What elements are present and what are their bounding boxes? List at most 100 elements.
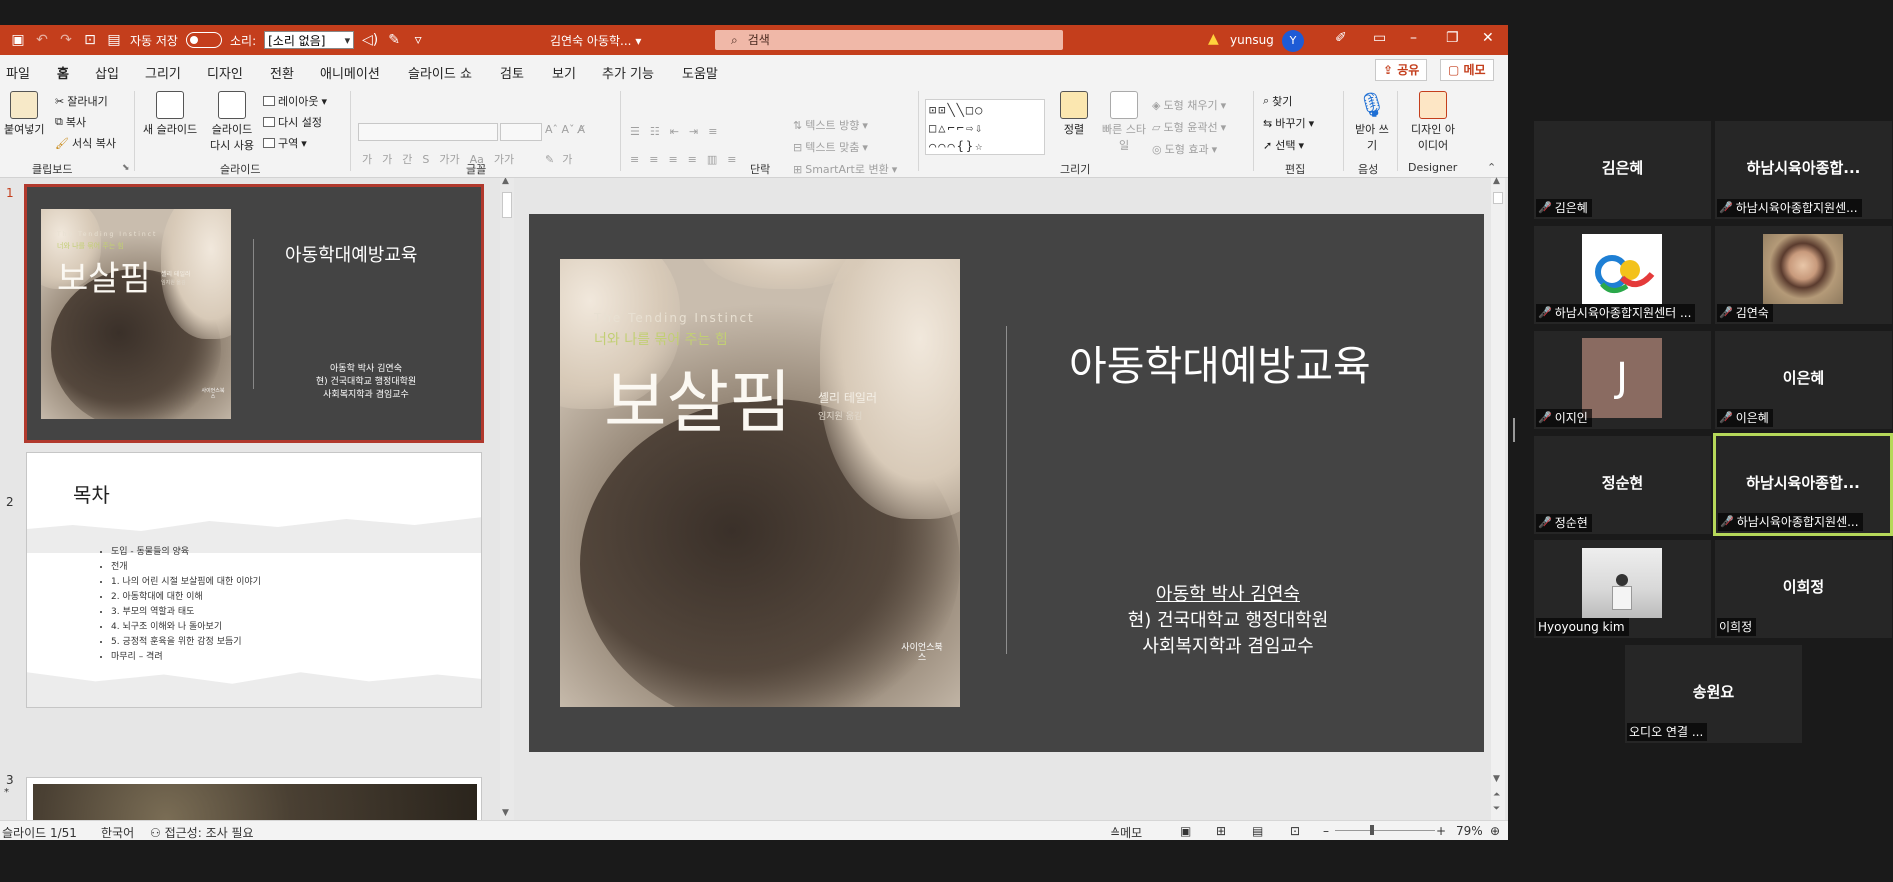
- thumbnail-scrollbar[interactable]: ▲ ▼: [500, 178, 514, 820]
- zoom-in-icon[interactable]: +: [1436, 824, 1446, 838]
- participant-tile[interactable]: Hyoyoung kim: [1534, 540, 1711, 638]
- participant-tile[interactable]: 하남시육아종합... 🎤̸ 하남시육아종합지원센...: [1715, 121, 1892, 219]
- language-indicator[interactable]: 한국어: [101, 824, 134, 840]
- collapse-ribbon-icon[interactable]: ⌃: [1487, 161, 1496, 174]
- quick-styles-button[interactable]: 빠른 스타일: [1100, 91, 1148, 153]
- touch-mode-icon[interactable]: ▤: [106, 32, 122, 48]
- section-button[interactable]: 구역 ▾: [263, 135, 307, 151]
- notes-button[interactable]: ≙메모: [1110, 824, 1142, 840]
- align-buttons[interactable]: ≡ ≡ ≡ ≡ ▥ ≡: [630, 153, 737, 166]
- shape-outline-button[interactable]: ▱ 도형 윤곽선 ▾: [1152, 119, 1226, 135]
- copy-button[interactable]: ⧉ 복사: [55, 114, 86, 130]
- smartart-button[interactable]: ⊞ SmartArt로 변환 ▾: [793, 161, 897, 177]
- scroll-thumb[interactable]: [1493, 192, 1503, 204]
- scroll-up-icon[interactable]: ▲: [1493, 176, 1500, 186]
- tab-slideshow[interactable]: 슬라이드 쇼: [408, 63, 472, 82]
- slide-thumbnail-1[interactable]: The Tending Instinct 너와 나를 묶어 주는 힘 보살핌 셸…: [24, 184, 484, 443]
- tab-help[interactable]: 도움말: [682, 63, 718, 82]
- reading-view-icon[interactable]: ▤: [1252, 824, 1263, 838]
- tab-home[interactable]: 홈: [57, 63, 69, 88]
- font-size-select[interactable]: [500, 123, 542, 141]
- next-slide-icon[interactable]: ⏷: [1493, 804, 1500, 814]
- current-slide[interactable]: The Tending Instinct 너와 나를 묶어 주는 힘 보살핌 셸…: [529, 214, 1484, 752]
- participant-tile[interactable]: 🎤̸ 하남시육아종합지원센터 ...: [1534, 226, 1711, 324]
- tab-addins[interactable]: 추가 기능: [602, 63, 654, 82]
- scroll-thumb[interactable]: [502, 192, 512, 218]
- close-icon[interactable]: ✕: [1482, 30, 1494, 46]
- slide-thumbnail-2[interactable]: 목차 도입 - 동물들의 양육 전개 1. 나의 어린 시절 보살핌에 대한 이…: [26, 452, 482, 708]
- participant-tile[interactable]: 이희정 이희정: [1715, 540, 1892, 638]
- autosave-toggle[interactable]: [185, 32, 222, 48]
- participant-tile[interactable]: 김은혜 🎤̸ 김은혜: [1534, 121, 1711, 219]
- search-box[interactable]: ⌕ 검색: [715, 30, 1063, 50]
- fit-slide-icon[interactable]: ⊕: [1490, 824, 1500, 838]
- tab-animations[interactable]: 애니메이션: [320, 63, 380, 82]
- tab-view[interactable]: 보기: [552, 63, 576, 82]
- dialog-launcher-icon[interactable]: ⬊: [122, 163, 130, 173]
- arrange-button[interactable]: 정렬: [1060, 91, 1088, 137]
- align-text-button[interactable]: ⊟ 텍스트 맞춤 ▾: [793, 139, 868, 155]
- dictate-button[interactable]: 🎙 받아 쓰기: [1354, 91, 1390, 153]
- shape-effects-button[interactable]: ◎ 도형 효과 ▾: [1152, 141, 1217, 157]
- save-icon[interactable]: ▣: [10, 32, 26, 48]
- font-style-buttons[interactable]: 가 가 간 S 가가 Aa 가가: [362, 151, 514, 167]
- zoom-level[interactable]: 79%: [1456, 824, 1483, 838]
- scroll-down-icon[interactable]: ▼: [1493, 774, 1500, 784]
- font-size-buttons[interactable]: Aˆ Aˇ A̸: [545, 123, 585, 136]
- ribbon-display-icon[interactable]: ▭: [1373, 30, 1386, 46]
- select-button[interactable]: ➚ 선택 ▾: [1263, 137, 1304, 153]
- slide-sorter-icon[interactable]: ⊞: [1216, 824, 1226, 838]
- new-slide-button[interactable]: 새 슬라이드: [143, 91, 197, 137]
- participant-tile[interactable]: 🎤̸ 김연숙: [1715, 226, 1892, 324]
- tab-file[interactable]: 파일: [6, 63, 30, 82]
- participant-tile[interactable]: J 🎤̸ 이지인: [1534, 331, 1711, 429]
- zoom-slider-thumb[interactable]: [1370, 825, 1374, 835]
- share-button[interactable]: ⇪ 공유: [1375, 59, 1428, 81]
- warning-icon[interactable]: ▲: [1208, 31, 1219, 47]
- panel-splitter[interactable]: [1513, 418, 1515, 442]
- restore-icon[interactable]: ❐: [1446, 30, 1459, 46]
- previous-slide-icon[interactable]: ⏶: [1493, 790, 1500, 800]
- tab-design[interactable]: 디자인: [207, 63, 243, 82]
- tab-review[interactable]: 검토: [500, 63, 524, 82]
- comments-button[interactable]: ▢ 메모: [1440, 59, 1494, 81]
- present-icon[interactable]: ⊡: [82, 32, 98, 48]
- format-painter-button[interactable]: 🖌 서식 복사: [55, 135, 116, 151]
- font-color-buttons[interactable]: ✎ 가: [545, 151, 572, 167]
- text-direction-button[interactable]: ⇅ 텍스트 방향 ▾: [793, 117, 868, 133]
- accessibility-check[interactable]: ⚇ 접근성: 조사 필요: [150, 824, 254, 840]
- pen-icon[interactable]: ✎: [386, 32, 402, 48]
- user-avatar[interactable]: Y: [1282, 30, 1304, 52]
- design-ideas-button[interactable]: 디자인 아이디어: [1408, 91, 1458, 153]
- pen-mode-icon[interactable]: ✐: [1335, 30, 1347, 46]
- find-button[interactable]: ⌕ 찾기: [1263, 93, 1292, 109]
- participant-tile[interactable]: 이은혜 🎤̸ 이은혜: [1715, 331, 1892, 429]
- cut-button[interactable]: ✂ 잘라내기: [55, 93, 108, 109]
- participant-tile[interactable]: 송원요 오디오 연결 ...: [1625, 645, 1802, 743]
- slide-info[interactable]: 아동학 박사 김연숙 현) 건국대학교 행정대학원 사회복지학과 겸임교수: [1094, 582, 1362, 660]
- shapes-gallery[interactable]: ⊡⊡╲╲□○ □△⌐⌐⇨⇩ ⌒⌒⌒{}☆: [925, 99, 1045, 155]
- replace-button[interactable]: ⇆ 바꾸기 ▾: [1263, 115, 1314, 131]
- slide-title[interactable]: 아동학대예방교육: [1069, 332, 1371, 392]
- slide-scrollbar[interactable]: ▲ ▼ ⏶ ⏷: [1491, 176, 1505, 820]
- reuse-slide-button[interactable]: 슬라이드 다시 사용: [208, 91, 256, 153]
- scroll-up-icon[interactable]: ▲: [502, 178, 509, 186]
- tab-draw[interactable]: 그리기: [145, 63, 181, 82]
- font-family-select[interactable]: [358, 123, 498, 141]
- document-title[interactable]: 김연숙 아동학... ▾: [550, 32, 641, 49]
- undo-icon[interactable]: ↶: [34, 32, 50, 48]
- zoom-slider[interactable]: [1335, 830, 1435, 831]
- slideshow-view-icon[interactable]: ⊡: [1290, 824, 1300, 838]
- participant-tile-active-speaker[interactable]: 하남시육아종합... 🎤̸ 하남시육아종합지원센...: [1713, 433, 1893, 536]
- minimize-icon[interactable]: –: [1410, 30, 1417, 46]
- sound-select[interactable]: [소리 없음]: [264, 31, 355, 50]
- shape-fill-button[interactable]: ◈ 도형 채우기 ▾: [1152, 97, 1226, 113]
- scroll-down-icon[interactable]: ▼: [502, 808, 509, 818]
- tab-insert[interactable]: 삽입: [95, 63, 119, 82]
- reset-button[interactable]: 다시 설정: [263, 114, 322, 130]
- participant-tile[interactable]: 정순현 🎤̸ 정순현: [1534, 436, 1711, 534]
- zoom-out-icon[interactable]: –: [1323, 824, 1329, 838]
- customize-quick-access-icon[interactable]: ▿: [410, 32, 426, 48]
- volume-icon[interactable]: ◁): [362, 32, 378, 48]
- slide-thumbnail-3[interactable]: [26, 777, 482, 820]
